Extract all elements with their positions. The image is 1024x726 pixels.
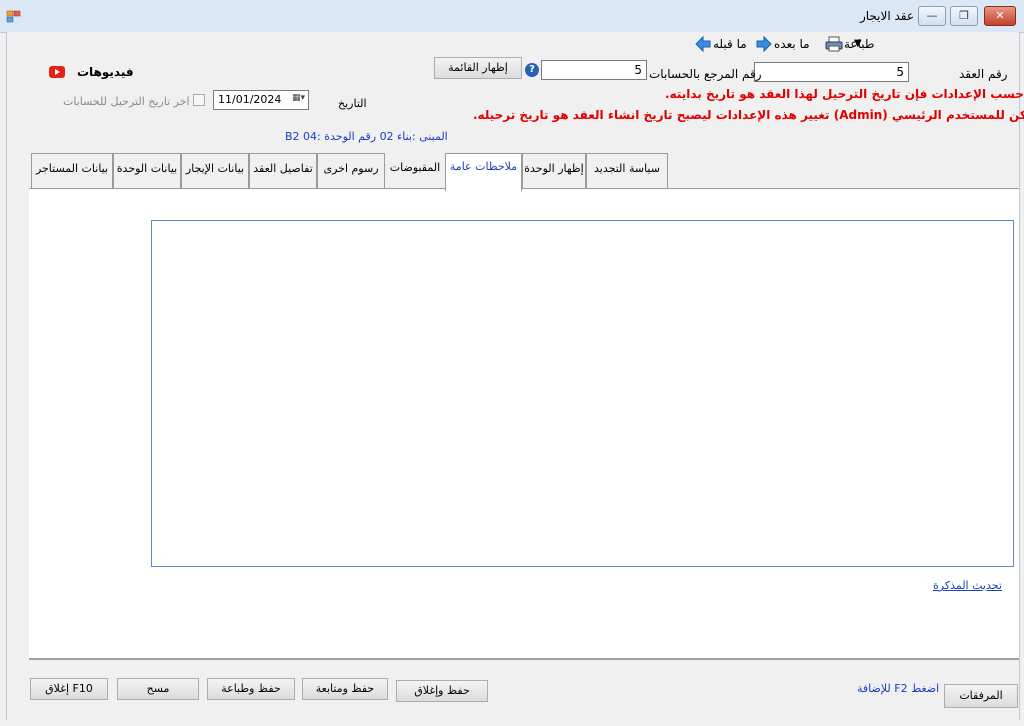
notes-memo-textarea[interactable] — [151, 220, 1014, 567]
last-posting-checkbox[interactable] — [193, 94, 205, 106]
title-bar: عقد الايجار — ❐ ✕ — [0, 0, 1024, 33]
contract-window: عقد الايجار — ❐ ✕ ▼ طباعة ما بعده ما قبل… — [0, 0, 1024, 726]
arrow-right-icon[interactable] — [755, 35, 773, 53]
tab-renewal-policy[interactable]: سياسة التجديد — [586, 153, 668, 189]
attachments-button[interactable]: المرفقات — [944, 684, 1018, 708]
add-hint-text: اضغط F2 للإضافة — [857, 682, 940, 695]
save-continue-button[interactable]: حفظ ومتابعة — [302, 678, 388, 700]
date-value: 11/01/2024 — [218, 93, 282, 106]
tab-show-unit[interactable]: إظهار الوحدة — [522, 153, 586, 189]
refresh-memo-link[interactable]: تحديث المذكرة — [933, 579, 1002, 592]
tab-strip: بيانات المستاجر بيانات الوحدة بيانات الإ… — [31, 153, 671, 191]
window-title: عقد الايجار — [859, 9, 914, 23]
clear-button[interactable]: مسح — [117, 678, 199, 700]
youtube-icon[interactable] — [49, 66, 65, 78]
maximize-button[interactable]: ❐ — [950, 6, 978, 26]
app-icon — [6, 10, 21, 23]
next-label[interactable]: ما بعده — [774, 37, 810, 51]
minimize-button[interactable]: — — [918, 6, 946, 26]
tab-rent-data[interactable]: بيانات الإيجار — [181, 153, 249, 189]
tab-contract-details[interactable]: تفاصيل العقد — [249, 153, 317, 189]
tab-other-fees[interactable]: رسوم اخرى — [317, 153, 385, 189]
posting-warning-line-1: حسب الإعدادات فإن تاريخ الترحيل لهذا الع… — [665, 87, 1024, 101]
save-close-button[interactable]: حفظ وإغلاق — [396, 680, 488, 702]
arrow-left-icon[interactable] — [694, 35, 712, 53]
show-list-button[interactable]: إظهار القائمة — [434, 57, 522, 79]
date-picker[interactable]: 11/01/2024 ▦▾ — [213, 90, 309, 110]
videos-label[interactable]: فيديوهات — [77, 65, 134, 79]
reference-number-input[interactable]: 5 — [541, 60, 647, 80]
unit-info-text: المبنى :بناء 02 رقم الوحدة :B2 04 — [285, 130, 448, 143]
tab-tenant-data[interactable]: بيانات المستاجر — [31, 153, 113, 189]
calendar-dropdown-icon[interactable]: ▦▾ — [292, 93, 305, 103]
tab-receipts[interactable]: المقبوضات — [385, 153, 445, 189]
contract-number-label: رقم العقد — [959, 67, 1008, 81]
previous-label[interactable]: ما قبله — [713, 37, 747, 51]
footer-separator — [29, 658, 1019, 660]
reference-number-label: رقم المرجع بالحسابات — [649, 67, 762, 81]
tab-unit-data[interactable]: بيانات الوحدة — [113, 153, 181, 189]
last-posting-label: اخر تاريخ الترحيل للحسابات — [63, 95, 190, 108]
save-print-button[interactable]: حفظ وطباعة — [207, 678, 295, 700]
date-label: التاريخ — [338, 97, 367, 110]
print-label[interactable]: طباعة — [844, 37, 874, 51]
printer-icon[interactable] — [825, 36, 843, 52]
close-window-button[interactable]: ✕ — [984, 6, 1016, 26]
posting-warning-line-2: يمكن للمستخدم الرئيسي (Admin) تغيير هذه … — [473, 108, 1024, 122]
help-icon[interactable]: ? — [525, 63, 539, 77]
tab-general-notes[interactable]: ملاحظات عامة — [445, 153, 522, 191]
close-f10-button[interactable]: إغلاق F10 — [30, 678, 108, 700]
contract-number-input[interactable]: 5 — [754, 62, 909, 82]
